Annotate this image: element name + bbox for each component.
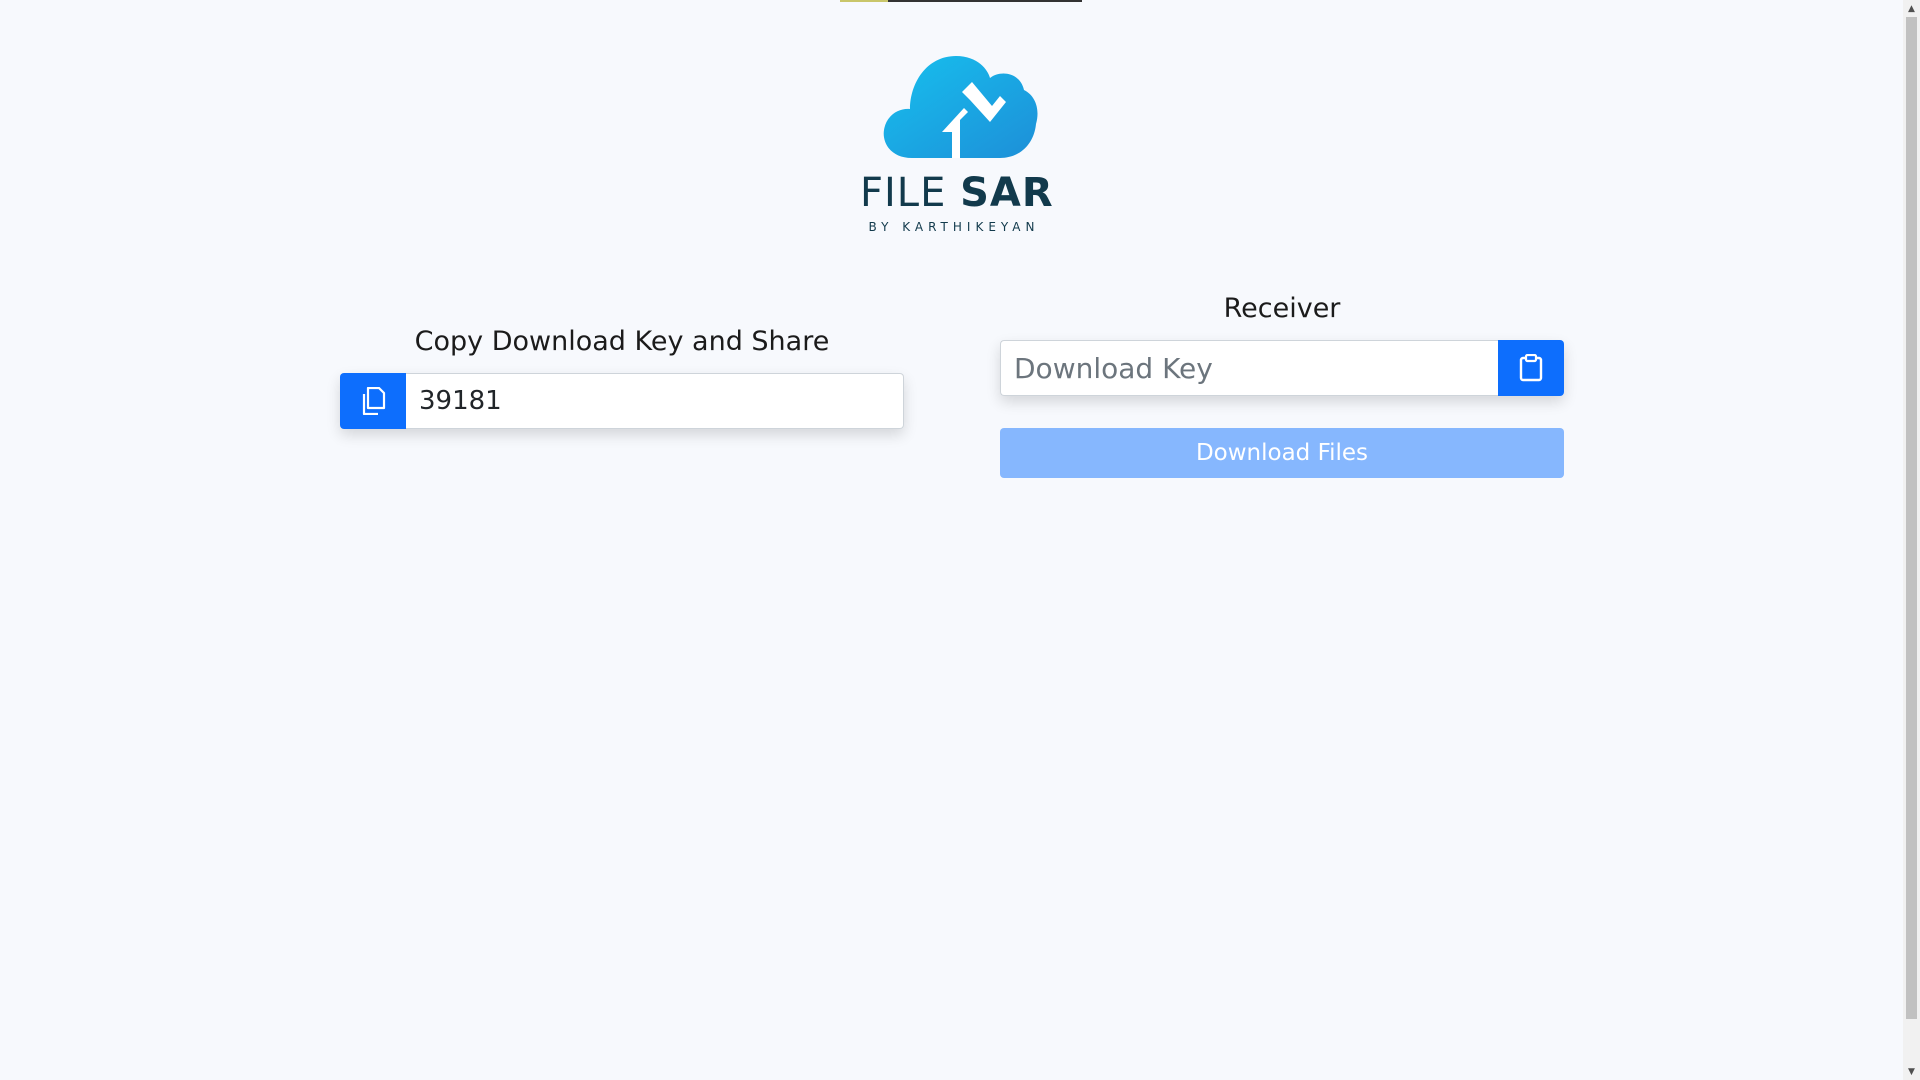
download-files-button[interactable]: Download Files bbox=[1000, 428, 1564, 478]
receiver-key-group bbox=[1000, 340, 1564, 396]
download-key-input[interactable] bbox=[1000, 340, 1498, 396]
scroll-down-icon[interactable]: ▼ bbox=[1903, 1063, 1920, 1080]
logo-word-bold: SAR bbox=[960, 170, 1054, 216]
app-logo: FILE SAR BY KARTHIKEYAN bbox=[860, 52, 1053, 242]
vertical-scrollbar[interactable]: ▲ ▼ bbox=[1903, 0, 1920, 1080]
sender-section: Copy Download Key and Share 39181 bbox=[340, 326, 904, 429]
clipboard-icon bbox=[1519, 354, 1543, 382]
top-progress-strip bbox=[840, 0, 1082, 2]
copy-key-button[interactable] bbox=[340, 373, 406, 429]
download-key-value[interactable]: 39181 bbox=[406, 373, 904, 429]
logo-wordmark: FILE SAR bbox=[860, 170, 1053, 216]
sender-title: Copy Download Key and Share bbox=[414, 326, 830, 357]
scroll-thumb[interactable] bbox=[1906, 17, 1917, 1019]
paste-key-button[interactable] bbox=[1498, 340, 1564, 396]
page: FILE SAR BY KARTHIKEYAN Copy Download Ke… bbox=[0, 0, 1920, 1080]
logo-word-light: FILE bbox=[860, 170, 947, 216]
receiver-section: Receiver Download Files bbox=[1000, 293, 1564, 478]
cloud-transfer-icon bbox=[883, 56, 1038, 158]
logo-subtitle: BY KARTHIKEYAN bbox=[868, 220, 1040, 234]
receiver-title: Receiver bbox=[1223, 293, 1341, 324]
copy-icon bbox=[362, 387, 386, 415]
download-key-group: 39181 bbox=[340, 373, 904, 429]
scroll-up-icon[interactable]: ▲ bbox=[1903, 0, 1920, 17]
